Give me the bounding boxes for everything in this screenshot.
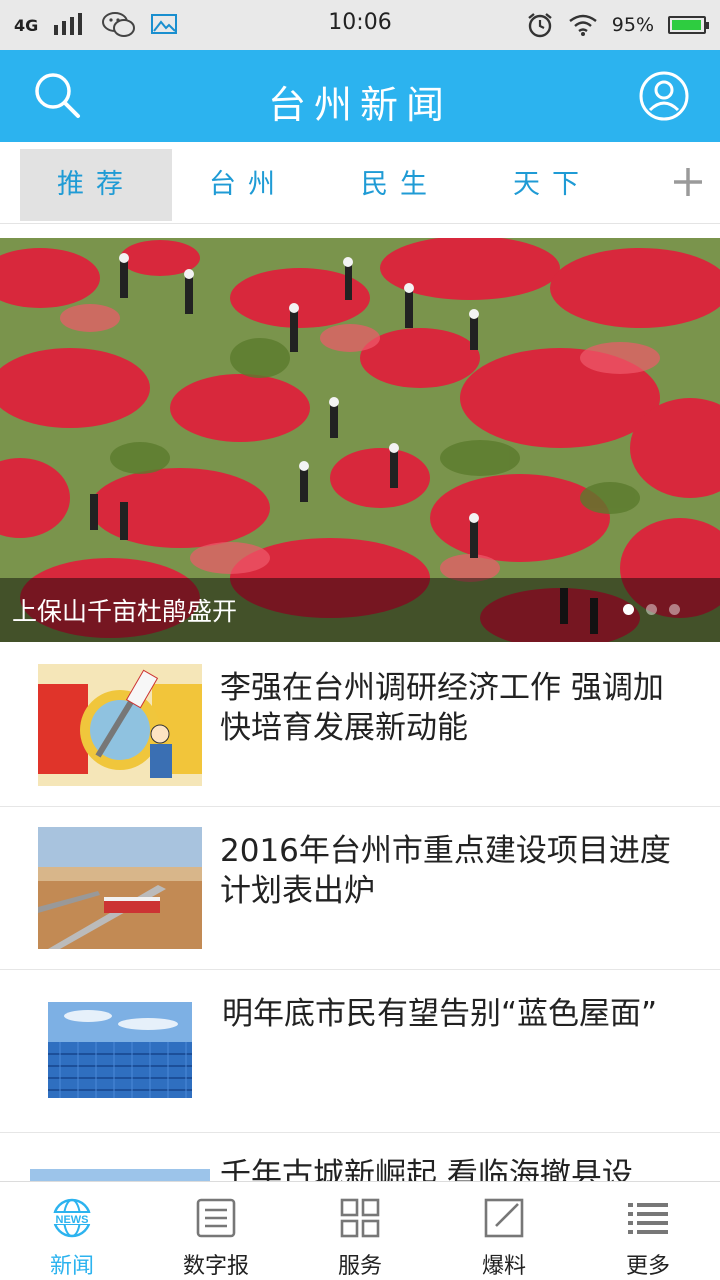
user-icon[interactable] [638,70,690,122]
status-right: 95% [526,10,709,40]
banner-caption-bar: 上保山千亩杜鹃盛开 [0,578,720,642]
nav-more[interactable]: 更多 [576,1182,720,1280]
battery-icon [668,16,709,34]
nav-label: 服务 [337,1254,382,1279]
nav-label: 爆料 [481,1254,526,1279]
tab-recommend[interactable]: 推荐 [20,149,172,221]
grid-icon [340,1198,380,1238]
app-title: 台州新闻 [267,83,452,127]
news-thumbnail [48,1002,192,1098]
battery-fill [672,20,701,30]
plus-icon[interactable] [670,164,706,200]
list-icon [628,1203,668,1234]
status-bar: 4G 10:06 95% [0,0,720,50]
news-globe-icon: NEWS [50,1198,94,1238]
app-header: 台州新闻 [0,50,720,142]
news-icon-text: NEWS [56,1214,89,1226]
nav-news[interactable]: NEWS 新闻 [0,1182,144,1280]
nav-tipoff[interactable]: 爆料 [432,1182,576,1280]
news-thumbnail [38,664,202,786]
news-thumbnail [38,827,202,949]
carousel-dot [669,604,680,615]
news-item[interactable]: 2016年台州市重点建设项目进度计划表出炉 [0,807,720,970]
edit-icon [484,1198,524,1238]
tab-taizhou[interactable]: 台州 [172,149,324,221]
alarm-icon [528,13,552,38]
carousel-indicator [623,604,680,615]
news-headline: 2016年台州市重点建设项目进度计划表出炉 [220,833,671,909]
nav-label: 新闻 [49,1254,94,1279]
tab-world[interactable]: 天下 [476,149,628,221]
channel-tabs: 推荐 台州 民生 天下 [0,142,720,224]
nav-label: 数字报 [182,1254,249,1279]
carousel-dot [623,604,634,615]
news-headline: 李强在台州调研经济工作 强调加快培育发展新动能 [220,670,664,746]
tab-livelihood[interactable]: 民生 [324,149,476,221]
nav-services[interactable]: 服务 [288,1182,432,1280]
wifi-icon [569,14,597,36]
newspaper-icon [196,1198,236,1238]
carousel-dot [646,604,657,615]
nav-digital-paper[interactable]: 数字报 [144,1182,288,1280]
battery-percent: 95% [611,14,654,36]
nav-label: 更多 [625,1254,670,1279]
banner-carousel[interactable]: 上保山千亩杜鹃盛开 [0,238,720,642]
news-item[interactable]: 明年底市民有望告别“蓝色屋面” [0,970,720,1133]
news-headline: 明年底市民有望告别“蓝色屋面” [222,996,658,1032]
banner-caption: 上保山千亩杜鹃盛开 [12,597,238,626]
bottom-nav: NEWS 新闻 数字报 服务 爆料 更多 [0,1181,720,1280]
news-item[interactable]: 李强在台州调研经济工作 强调加快培育发展新动能 [0,644,720,807]
